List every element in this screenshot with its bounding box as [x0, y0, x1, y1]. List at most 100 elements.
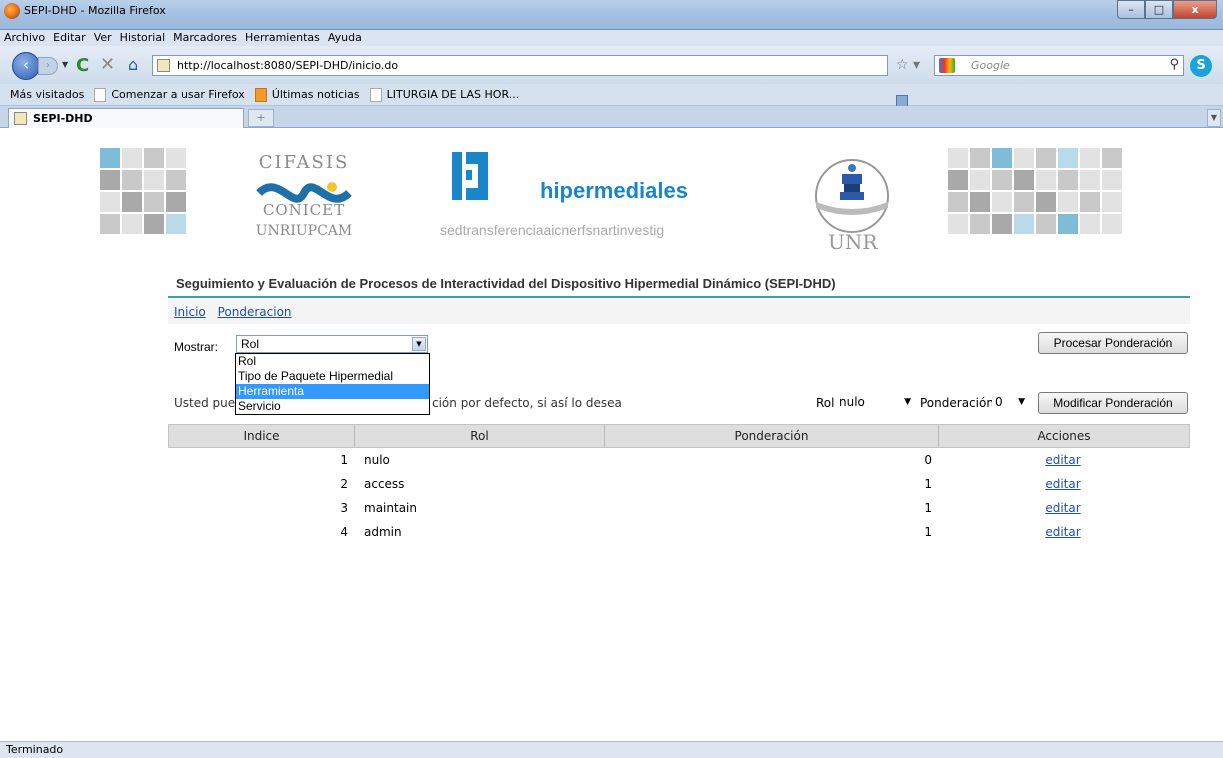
hipermediales-subtitle: sedtransferenciaaicnerfsnartinvestig: [440, 222, 665, 238]
menu-marcadores[interactable]: Marcadores: [173, 30, 237, 46]
cell-rol: access: [364, 477, 405, 491]
skype-icon[interactable]: S: [1190, 55, 1212, 77]
bookmark-comenzar[interactable]: Comenzar a usar Firefox: [94, 87, 245, 102]
menu-herramientas[interactable]: Herramientas: [245, 30, 320, 46]
bookmark-liturgia[interactable]: LITURGIA DE LAS HOR...: [369, 87, 520, 102]
dropdown-option-herramienta[interactable]: Herramienta: [236, 384, 429, 399]
rss-icon: [254, 87, 267, 102]
chevron-down-icon[interactable]: ▼: [412, 337, 426, 351]
editar-link[interactable]: editar: [1045, 501, 1080, 515]
info-text-right: ción por defecto, si así lo desea: [432, 396, 622, 410]
ponderacion-filter-value: 0: [995, 395, 1003, 409]
minimize-button[interactable]: –: [1117, 0, 1145, 19]
chevron-down-icon: ▼: [1018, 397, 1025, 407]
forward-button[interactable]: ›: [38, 57, 58, 75]
cell-indice: 3: [340, 501, 348, 515]
cell-rol: nulo: [364, 453, 390, 467]
menu-archivo[interactable]: Archivo: [4, 30, 45, 46]
ponderacion-filter-label: Ponderación: [920, 396, 994, 410]
page-icon: [369, 87, 382, 102]
dropdown-option-servicio[interactable]: Servicio: [236, 399, 429, 414]
modificar-ponderacion-button[interactable]: Modificar Ponderación: [1038, 392, 1188, 414]
cell-ponderacion: 1: [924, 501, 932, 515]
google-engine-icon[interactable]: [939, 58, 955, 73]
menu-editar[interactable]: Editar: [53, 30, 86, 46]
chevron-down-icon: ▼: [1210, 113, 1218, 122]
ponderacion-table: Indice Rol Ponderación Acciones 1 nulo 0…: [168, 424, 1190, 544]
cell-rol: maintain: [364, 501, 417, 515]
breadcrumb: Inicio Ponderacion: [168, 300, 1190, 324]
address-bar[interactable]: http://localhost:8080/SEPI-DHD/inicio.do: [152, 55, 888, 76]
tile-mosaic-left: [100, 148, 186, 234]
page-title: Seguimiento y Evaluación de Procesos de …: [176, 276, 836, 291]
mostrar-select-value: Rol: [241, 337, 260, 351]
tile-mosaic-right: [948, 148, 1122, 234]
page-content: CIFASIS CONICET UNRIUPCAM hipermediales …: [0, 128, 1223, 741]
cell-acciones: editar: [938, 448, 1188, 472]
tab-list-button[interactable]: ▼: [1207, 109, 1221, 127]
url-text[interactable]: http://localhost:8080/SEPI-DHD/inicio.do: [177, 59, 398, 72]
history-dropdown-icon[interactable]: ▼: [62, 60, 68, 69]
rol-filter-value: nulo: [839, 395, 865, 409]
dropdown-option-rol[interactable]: Rol: [236, 354, 429, 369]
info-text-left: Usted pued: [174, 396, 243, 410]
bookmark-label: Más visitados: [10, 88, 85, 101]
cell-rol: admin: [364, 525, 402, 539]
cell-acciones: editar: [938, 520, 1188, 544]
mostrar-select[interactable]: Rol ▼: [236, 335, 428, 353]
menu-historial[interactable]: Historial: [120, 30, 165, 46]
cell-ponderacion: 0: [924, 453, 932, 467]
menu-ayuda[interactable]: Ayuda: [328, 30, 362, 46]
close-button[interactable]: x: [1173, 0, 1217, 19]
stop-icon[interactable]: ✕: [100, 54, 115, 75]
column-header-acciones: Acciones: [1037, 429, 1091, 443]
column-header-indice[interactable]: Indice: [169, 425, 355, 447]
nav-link-inicio[interactable]: Inicio: [174, 305, 206, 319]
cell-indice: 2: [340, 477, 348, 491]
table-header: Indice Rol Ponderación Acciones: [168, 424, 1190, 448]
ponderacion-filter-select[interactable]: 0 ▼: [992, 394, 1028, 412]
cell-indice: 4: [340, 525, 348, 539]
window-titlebar[interactable]: SEPI-DHD - Mozilla Firefox – □ x: [0, 0, 1223, 30]
back-arrow-icon: ‹: [22, 55, 30, 74]
forward-arrow-icon: ›: [46, 60, 50, 71]
cifasis-label: CIFASIS: [258, 152, 350, 173]
window-controls: – □ x: [1117, 0, 1217, 20]
page-icon: [94, 87, 107, 102]
bookmark-label: Últimas noticias: [271, 88, 360, 101]
maximize-button[interactable]: □: [1145, 0, 1173, 19]
unriupcam-label: UNRIUPCAM: [255, 223, 353, 239]
firefox-icon: [4, 3, 20, 19]
bookmark-label: LITURGIA DE LAS HOR...: [386, 88, 520, 101]
bookmark-noticias[interactable]: Últimas noticias: [254, 87, 360, 102]
table-row: 4 admin 1 editar: [168, 520, 1190, 544]
dropdown-option-tipo-paquete[interactable]: Tipo de Paquete Hipermedial: [236, 369, 429, 384]
home-icon[interactable]: ⌂: [128, 55, 138, 74]
rol-filter-select[interactable]: nulo ▼: [836, 394, 914, 412]
column-header-rol[interactable]: Rol: [355, 425, 605, 447]
conicet-wave-icon: [256, 182, 352, 203]
column-header-ponderacion[interactable]: Ponderación: [605, 425, 939, 447]
navigation-toolbar: ‹ › ▼ C ✕ ⌂ http://localhost:8080/SEPI-D…: [0, 46, 1223, 84]
tab-sepi-dhd[interactable]: SEPI-DHD: [8, 108, 244, 128]
editar-link[interactable]: editar: [1045, 477, 1080, 491]
table-row: 2 access 1 editar: [168, 472, 1190, 496]
nav-link-ponderacion[interactable]: Ponderacion: [218, 305, 292, 319]
bookmark-star-icon[interactable]: ☆ ▾: [896, 57, 920, 73]
window-title: SEPI-DHD - Mozilla Firefox: [24, 4, 166, 17]
hipermediales-logo-icon: [452, 152, 488, 200]
search-bar[interactable]: Google ⚲: [934, 55, 1184, 76]
title-divider: [168, 296, 1190, 298]
unr-seal-icon: [815, 159, 889, 233]
procesar-ponderacion-button[interactable]: Procesar Ponderación: [1038, 332, 1188, 354]
search-icon[interactable]: ⚲: [1169, 57, 1179, 72]
menu-ver[interactable]: Ver: [94, 30, 112, 46]
reload-icon[interactable]: C: [76, 55, 89, 76]
editar-link[interactable]: editar: [1045, 453, 1080, 467]
mostrar-label: Mostrar:: [174, 340, 219, 354]
editar-link[interactable]: editar: [1045, 525, 1080, 539]
bookmark-mas-visitados[interactable]: Más visitados: [10, 88, 908, 109]
back-button[interactable]: ‹: [12, 52, 40, 80]
new-tab-button[interactable]: +: [248, 109, 274, 127]
unr-label: UNR: [828, 230, 878, 254]
